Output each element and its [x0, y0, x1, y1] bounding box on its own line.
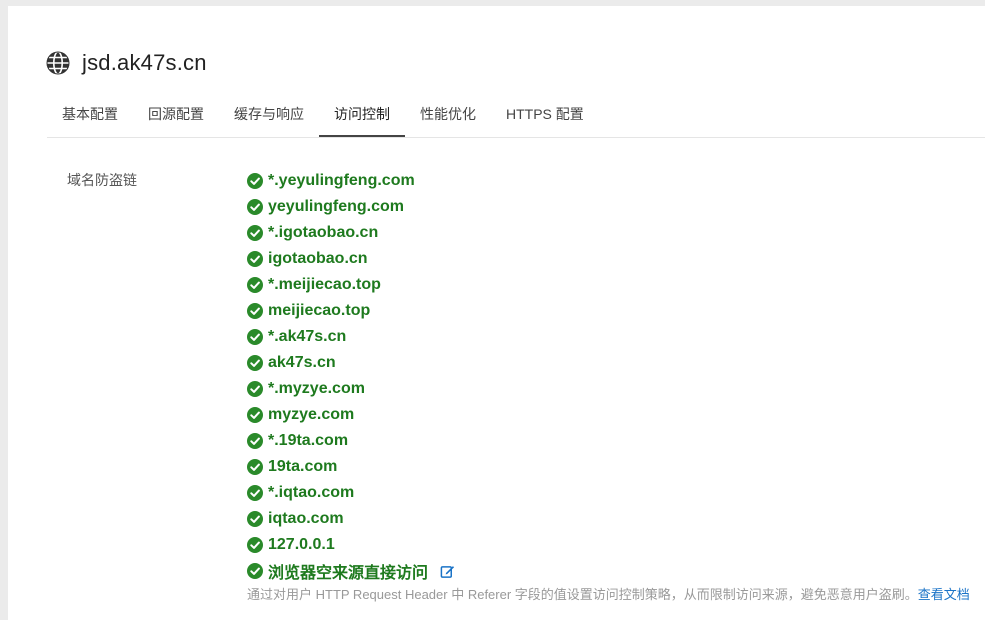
- tab-basic-config[interactable]: 基本配置: [47, 102, 133, 137]
- tab-access-control[interactable]: 访问控制: [319, 102, 405, 137]
- check-circle-icon: [247, 251, 263, 267]
- whitelist-item: *.meijiecao.top: [247, 272, 455, 298]
- tab-origin-config[interactable]: 回源配置: [133, 102, 219, 137]
- whitelist-item-text: iqtao.com: [268, 510, 344, 527]
- whitelist-item: *.iqtao.com: [247, 480, 455, 506]
- whitelist-item-text: yeyulingfeng.com: [268, 198, 405, 215]
- referer-label: 域名防盗链: [67, 172, 137, 188]
- whitelist-item-text: myzye.com: [268, 406, 355, 423]
- whitelist-item-text: *.iqtao.com: [268, 484, 355, 501]
- whitelist-item-text: *.19ta.com: [268, 432, 349, 449]
- whitelist-item: *.19ta.com: [247, 428, 455, 454]
- whitelist-item: *.yeyulingfeng.com: [247, 168, 455, 194]
- check-circle-icon: [247, 407, 263, 423]
- tab-cache-response[interactable]: 缓存与响应: [219, 102, 319, 137]
- whitelist-item: *.igotaobao.cn: [247, 220, 455, 246]
- whitelist-item-text: 浏览器空来源直接访问: [268, 565, 429, 582]
- whitelist-item: myzye.com: [247, 402, 455, 428]
- whitelist-item-text: 19ta.com: [268, 458, 338, 475]
- check-circle-icon: [247, 303, 263, 319]
- view-docs-link[interactable]: 查看文档: [918, 587, 970, 602]
- globe-icon: [46, 51, 70, 75]
- check-circle-icon: [247, 277, 263, 293]
- whitelist-item-text: igotaobao.cn: [268, 250, 368, 267]
- whitelist-item-text: 127.0.0.1: [268, 536, 335, 553]
- page-title: jsd.ak47s.cn: [82, 50, 207, 75]
- whitelist-item: meijiecao.top: [247, 298, 455, 324]
- domain-config-panel: jsd.ak47s.cn 基本配置 回源配置 缓存与响应 访问控制 性能优化 H…: [8, 6, 985, 620]
- whitelist-item-text: *.meijiecao.top: [268, 276, 381, 293]
- whitelist-item-text: meijiecao.top: [268, 302, 371, 319]
- tab-performance[interactable]: 性能优化: [405, 102, 491, 137]
- check-circle-icon: [247, 459, 263, 475]
- whitelist-item-text: *.myzye.com: [268, 380, 365, 397]
- whitelist-item-text: *.igotaobao.cn: [268, 224, 379, 241]
- check-circle-icon: [247, 329, 263, 345]
- check-circle-icon: [247, 511, 263, 527]
- domain-header: jsd.ak47s.cn: [46, 50, 207, 76]
- whitelist-item: iqtao.com: [247, 506, 455, 532]
- whitelist-item: ak47s.cn: [247, 350, 455, 376]
- check-circle-icon: [247, 485, 263, 501]
- check-circle-icon: [247, 433, 263, 449]
- config-tabs: 基本配置 回源配置 缓存与响应 访问控制 性能优化 HTTPS 配置: [47, 102, 985, 138]
- whitelist-item: 19ta.com: [247, 454, 455, 480]
- whitelist-item: *.ak47s.cn: [247, 324, 455, 350]
- whitelist-item-text: *.yeyulingfeng.com: [268, 172, 415, 189]
- check-circle-icon: [247, 225, 263, 241]
- check-circle-icon: [247, 381, 263, 397]
- referer-description: 通过对用户 HTTP Request Header 中 Referer 字段的值…: [247, 584, 970, 603]
- whitelist-item-text: ak47s.cn: [268, 354, 336, 371]
- check-circle-icon: [247, 563, 263, 579]
- whitelist-item: 127.0.0.1: [247, 532, 455, 558]
- whitelist-item: 浏览器空来源直接访问: [247, 558, 455, 584]
- edit-icon[interactable]: [440, 564, 455, 579]
- tab-https-config[interactable]: HTTPS 配置: [491, 102, 599, 137]
- whitelist-item: *.myzye.com: [247, 376, 455, 402]
- whitelist-item: yeyulingfeng.com: [247, 194, 455, 220]
- whitelist-item-text: *.ak47s.cn: [268, 328, 347, 345]
- referer-whitelist: *.yeyulingfeng.com yeyulingfeng.com *.igot…: [247, 168, 455, 584]
- check-circle-icon: [247, 173, 263, 189]
- description-text: 通过对用户 HTTP Request Header 中 Referer 字段的值…: [247, 587, 918, 602]
- check-circle-icon: [247, 537, 263, 553]
- check-circle-icon: [247, 199, 263, 215]
- whitelist-item: igotaobao.cn: [247, 246, 455, 272]
- check-circle-icon: [247, 355, 263, 371]
